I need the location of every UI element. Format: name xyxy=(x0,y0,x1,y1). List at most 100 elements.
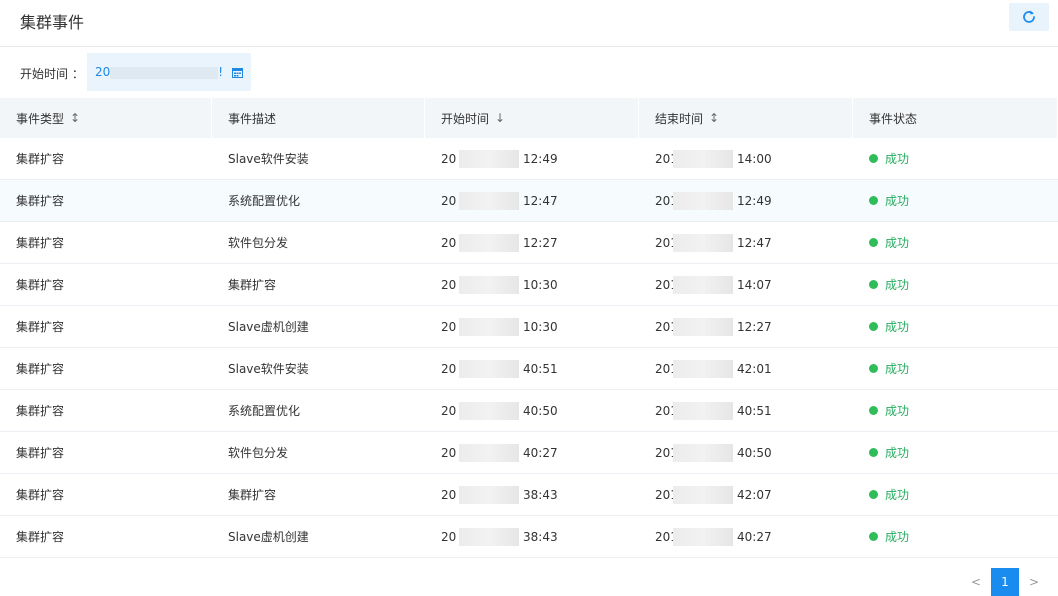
table-row: 集群扩容 Slave虚机创建 20 38:43 201 40:27 成功 xyxy=(0,516,1058,558)
event-end: 201 12:27 xyxy=(655,317,772,336)
filter-bar: 开始时间 ： 20! xyxy=(0,47,1058,97)
event-end: 201 14:00 xyxy=(655,149,772,168)
event-type: 集群扩容 xyxy=(16,152,65,166)
column-header-desc: 事件描述 xyxy=(212,98,425,138)
column-header-end[interactable]: 结束时间 ↕ xyxy=(639,98,853,138)
event-status: 成功 xyxy=(853,432,1058,473)
redacted-date xyxy=(459,317,519,336)
event-start: 20 38:43 xyxy=(441,485,558,504)
event-desc: Slave虚机创建 xyxy=(228,530,309,544)
event-type: 集群扩容 xyxy=(16,236,65,250)
page-title: 集群事件 xyxy=(20,13,85,32)
event-start: 20 40:27 xyxy=(441,443,558,462)
refresh-icon xyxy=(1023,10,1035,23)
redacted-date xyxy=(673,401,733,420)
redacted-date xyxy=(459,401,519,420)
calendar-icon[interactable] xyxy=(232,67,243,78)
event-end: 201 40:51 xyxy=(655,401,772,420)
event-type: 集群扩容 xyxy=(16,194,65,208)
table-row: 集群扩容 系统配置优化 20 40:50 201 40:51 成功 xyxy=(0,390,1058,432)
event-start: 20 10:30 xyxy=(441,275,558,294)
event-desc: 软件包分发 xyxy=(228,446,289,460)
table-row: 集群扩容 软件包分发 20 12:27 201 12:47 成功 xyxy=(0,222,1058,264)
table-row: 集群扩容 集群扩容 20 10:30 201 14:07 成功 xyxy=(0,264,1058,306)
table-row: 集群扩容 软件包分发 20 40:27 201 40:50 成功 xyxy=(0,432,1058,474)
table-header: 事件类型 ↕ 事件描述 开始时间 ↓ 结束时间 ↕ 事件状态 xyxy=(0,98,1058,138)
event-end: 201 40:50 xyxy=(655,443,772,462)
event-desc: 系统配置优化 xyxy=(228,194,301,208)
redacted-date xyxy=(459,485,519,504)
redacted-date xyxy=(673,149,733,168)
date-suffix: ! xyxy=(218,65,224,79)
event-desc: Slave软件安装 xyxy=(228,362,309,376)
event-start: 20 40:51 xyxy=(441,359,558,378)
event-desc: 系统配置优化 xyxy=(228,404,301,418)
event-start: 20 12:49 xyxy=(441,149,558,168)
event-desc: 集群扩容 xyxy=(228,278,277,292)
column-header-type[interactable]: 事件类型 ↕ xyxy=(0,98,212,138)
event-type: 集群扩容 xyxy=(16,488,65,502)
start-time-value: 20! xyxy=(95,65,232,79)
event-start: 20 12:47 xyxy=(441,191,558,210)
redacted-date xyxy=(459,443,519,462)
success-dot-icon xyxy=(869,406,878,415)
event-type: 集群扩容 xyxy=(16,530,65,544)
success-dot-icon xyxy=(869,280,878,289)
event-type: 集群扩容 xyxy=(16,404,65,418)
redacted-date xyxy=(459,275,519,294)
event-start: 20 10:30 xyxy=(441,317,558,336)
start-time-picker[interactable]: 20! xyxy=(87,53,251,91)
event-type: 集群扩容 xyxy=(16,320,65,334)
next-page-button[interactable]: > xyxy=(1021,568,1047,596)
success-dot-icon xyxy=(869,154,878,163)
event-desc: Slave软件安装 xyxy=(228,152,309,166)
table-row: 集群扩容 Slave软件安装 20 40:51 201 42:01 成功 xyxy=(0,348,1058,390)
prev-page-button[interactable]: < xyxy=(963,568,989,596)
redacted-date xyxy=(110,66,219,79)
table-row: 集群扩容 集群扩容 20 38:43 201 42:07 成功 xyxy=(0,474,1058,516)
event-type: 集群扩容 xyxy=(16,446,65,460)
event-end: 201 42:01 xyxy=(655,359,772,378)
success-dot-icon xyxy=(869,532,878,541)
column-header-start[interactable]: 开始时间 ↓ xyxy=(425,98,639,138)
redacted-date xyxy=(673,275,733,294)
event-end: 201 14:07 xyxy=(655,275,772,294)
redacted-date xyxy=(459,149,519,168)
success-dot-icon xyxy=(869,490,878,499)
date-prefix: 20 xyxy=(95,65,111,79)
table-row: 集群扩容 Slave虚机创建 20 10:30 201 12:27 成功 xyxy=(0,306,1058,348)
event-status: 成功 xyxy=(853,138,1058,179)
event-type: 集群扩容 xyxy=(16,362,65,376)
redacted-date xyxy=(673,359,733,378)
redacted-date xyxy=(673,317,733,336)
success-dot-icon xyxy=(869,322,878,331)
event-start: 20 38:43 xyxy=(441,527,558,546)
redacted-date xyxy=(459,359,519,378)
event-end: 201 12:47 xyxy=(655,233,772,252)
redacted-date xyxy=(673,443,733,462)
event-status: 成功 xyxy=(853,390,1058,431)
success-dot-icon xyxy=(869,238,878,247)
redacted-date xyxy=(459,191,519,210)
page-1-button[interactable]: 1 xyxy=(991,568,1019,596)
table-row: 集群扩容 系统配置优化 20 12:47 201 12:49 成功 xyxy=(0,180,1058,222)
sort-icon[interactable]: ↕ xyxy=(709,111,719,125)
event-end: 201 40:27 xyxy=(655,527,772,546)
event-desc: Slave虚机创建 xyxy=(228,320,309,334)
event-status: 成功 xyxy=(853,222,1058,263)
sort-desc-icon[interactable]: ↓ xyxy=(495,111,505,125)
success-dot-icon xyxy=(869,196,878,205)
success-dot-icon xyxy=(869,364,878,373)
event-start: 20 40:50 xyxy=(441,401,558,420)
redacted-date xyxy=(673,527,733,546)
refresh-button[interactable] xyxy=(1009,3,1049,31)
redacted-date xyxy=(673,233,733,252)
column-header-status: 事件状态 xyxy=(853,98,1058,138)
start-time-label: 开始时间 ： xyxy=(20,67,84,81)
event-start: 20 12:27 xyxy=(441,233,558,252)
table-row: 集群扩容 Slave软件安装 20 12:49 201 14:00 成功 xyxy=(0,138,1058,180)
redacted-date xyxy=(673,191,733,210)
sort-icon[interactable]: ↕ xyxy=(70,111,80,125)
redacted-date xyxy=(673,485,733,504)
event-desc: 软件包分发 xyxy=(228,236,289,250)
